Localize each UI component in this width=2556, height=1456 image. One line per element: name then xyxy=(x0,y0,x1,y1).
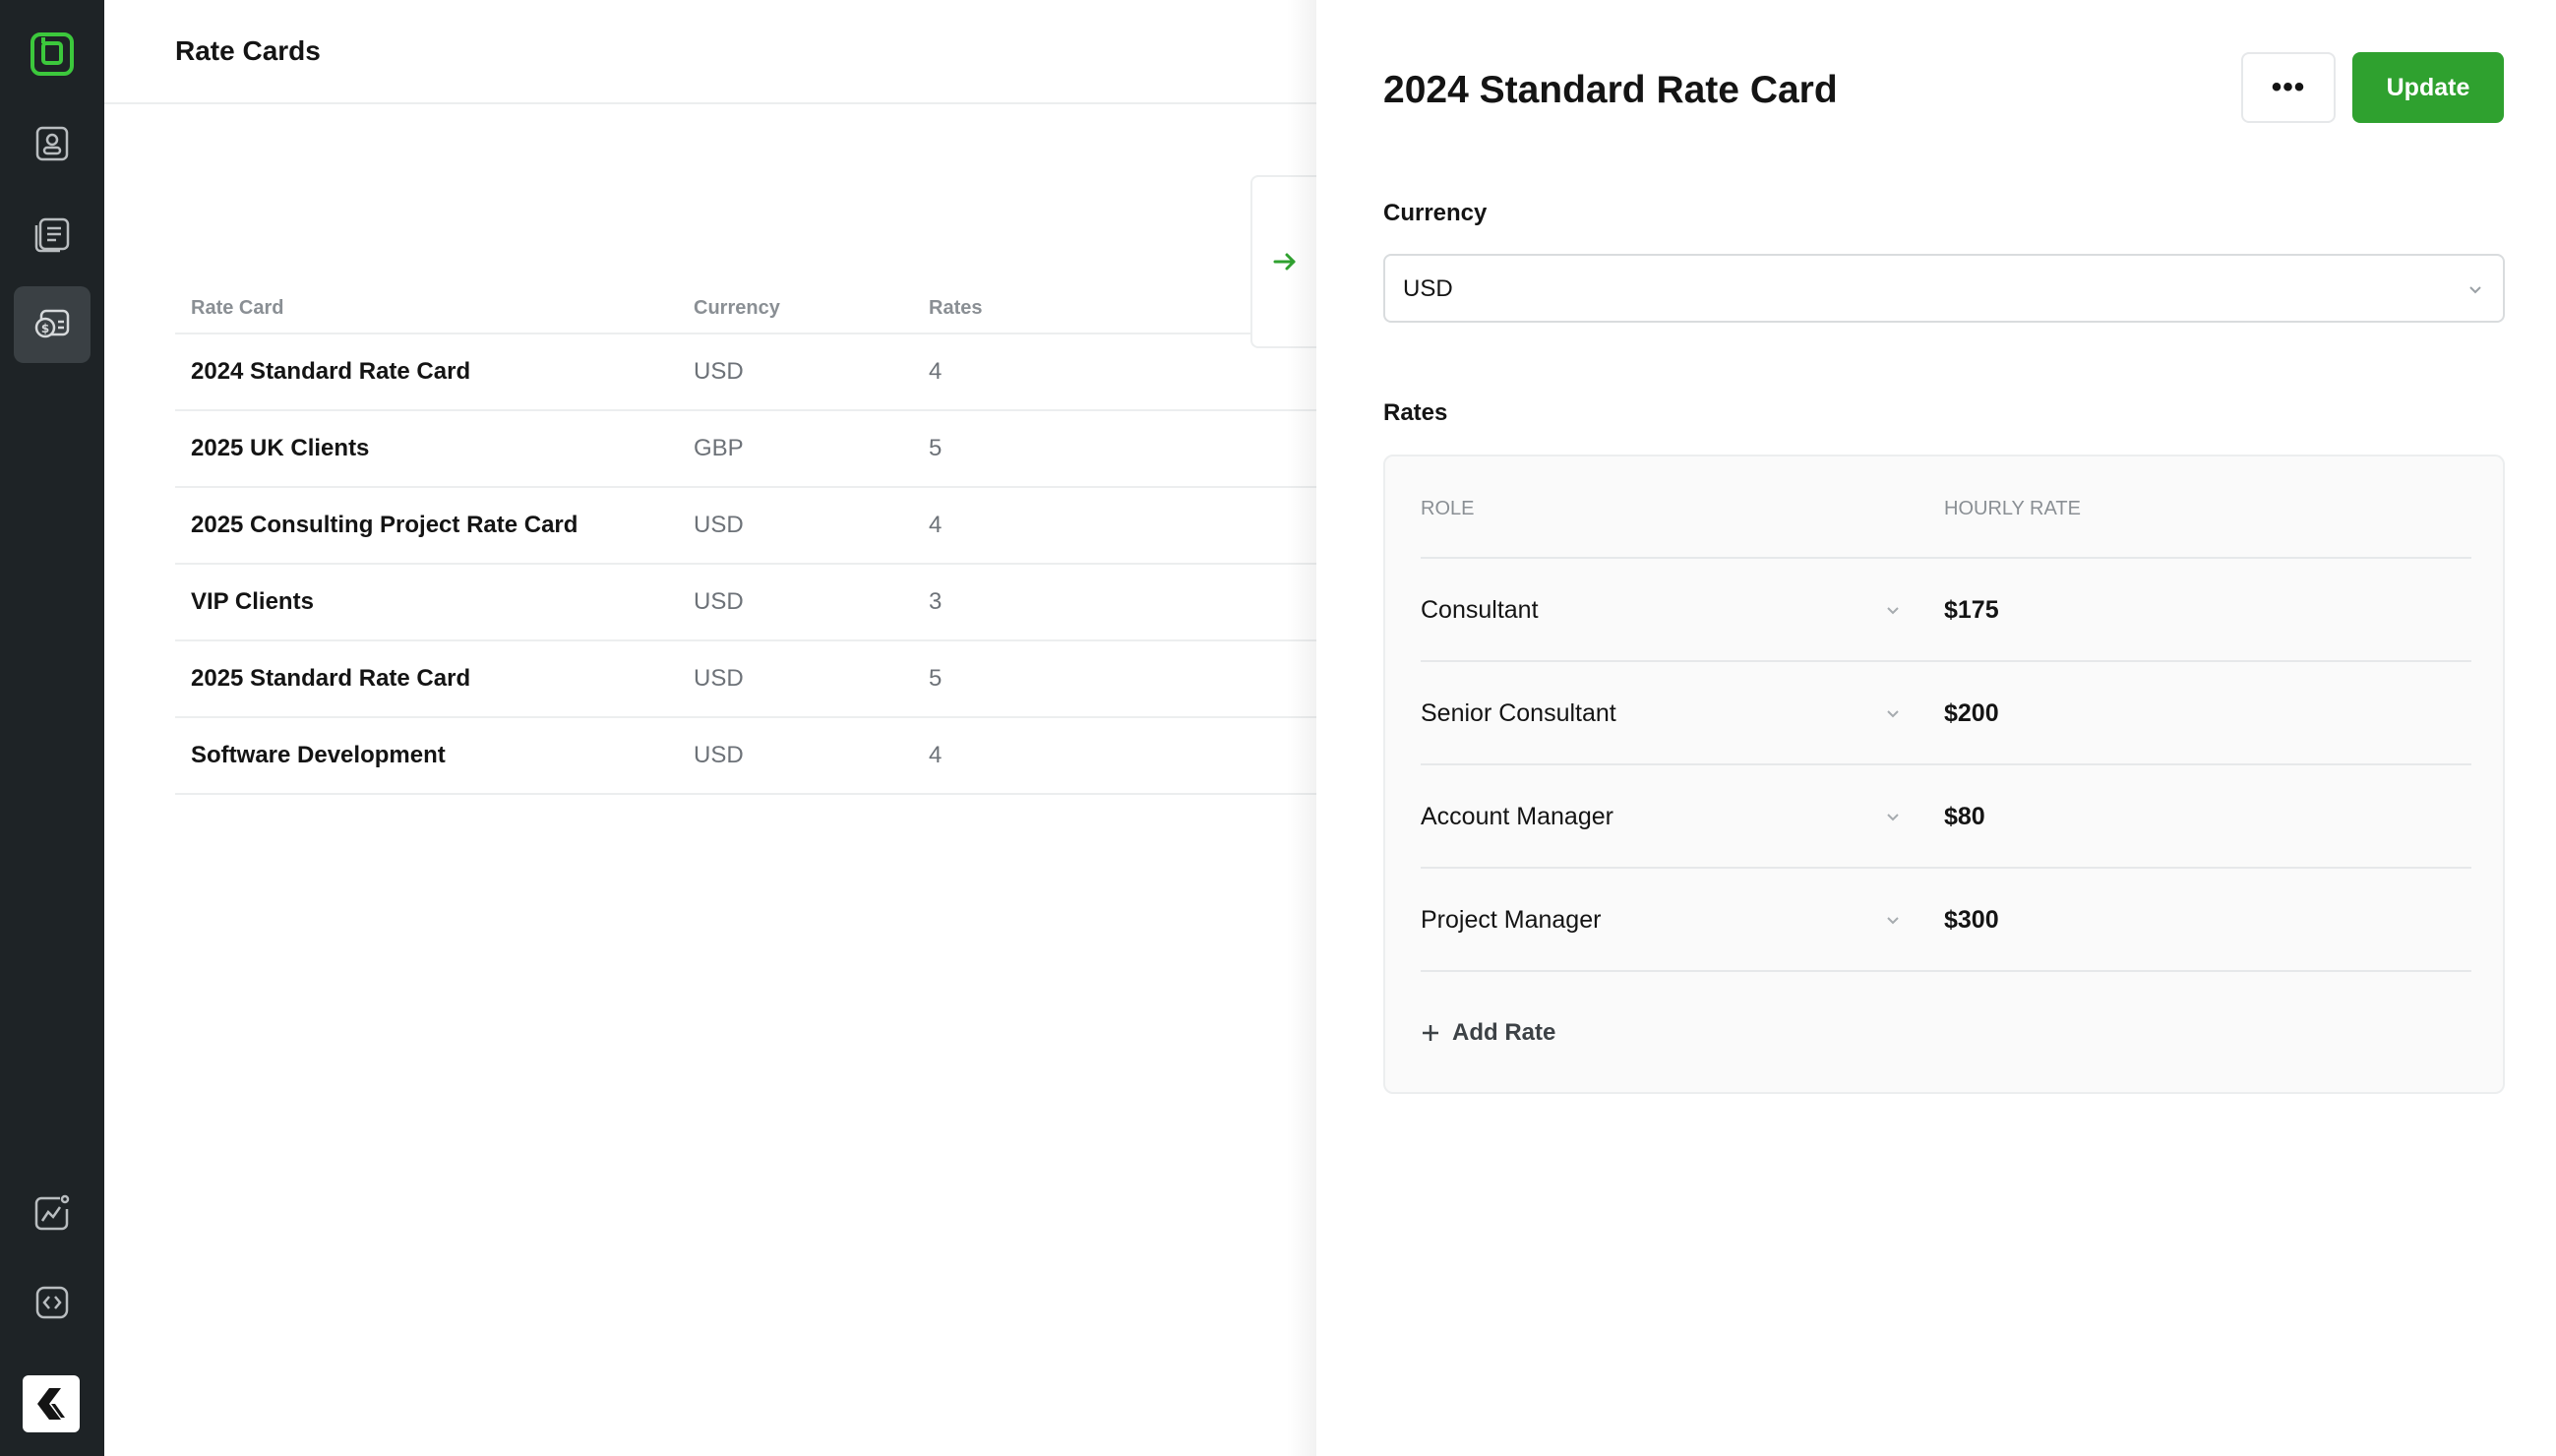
role-select[interactable]: Senior Consultant xyxy=(1421,699,1616,728)
table-row[interactable]: 2025 Consulting Project Rate Card USD 4 xyxy=(175,488,1316,565)
sidebar-item-analytics[interactable] xyxy=(14,1175,91,1251)
add-rate-button[interactable]: Add Rate xyxy=(1421,1019,1555,1047)
currency-label: Currency xyxy=(1383,200,1488,226)
rate-card-currency: USD xyxy=(694,742,744,768)
analytics-icon xyxy=(34,1194,70,1231)
update-button[interactable]: Update xyxy=(2352,52,2504,123)
chevron-down-icon[interactable] xyxy=(1883,807,1903,831)
rate-card-currency: USD xyxy=(694,358,744,385)
sidebar-item-rate-cards[interactable]: $ xyxy=(14,286,91,363)
chevron-down-icon[interactable] xyxy=(1883,910,1903,935)
hourly-rate-input[interactable]: $300 xyxy=(1944,906,1999,935)
table-row[interactable]: Software Development USD 4 xyxy=(175,718,1316,795)
rate-card-name: 2024 Standard Rate Card xyxy=(191,358,471,385)
hourly-rate-input[interactable]: $200 xyxy=(1944,699,1999,728)
app-logo-icon[interactable] xyxy=(26,28,79,81)
drawer-shadow xyxy=(1287,0,1316,1456)
contacts-icon xyxy=(35,126,69,161)
code-icon xyxy=(35,1286,69,1319)
plus-icon xyxy=(1423,1025,1438,1041)
rates-label: Rates xyxy=(1383,399,1448,426)
rates-header-hourly-rate: HOURLY RATE xyxy=(1944,498,2081,519)
page-title: Rate Cards xyxy=(175,35,321,66)
page-header: Rate Cards xyxy=(104,0,1316,104)
drawer-title: 2024 Standard Rate Card xyxy=(1383,69,1838,111)
role-select[interactable]: Account Manager xyxy=(1421,803,1613,831)
rate-cards-list-panel: Rate Cards Rate Card Currency Rates 2024… xyxy=(104,0,1317,1456)
hourly-rate-input[interactable]: $80 xyxy=(1944,803,1985,831)
table-row[interactable]: 2024 Standard Rate Card USD 4 xyxy=(175,334,1316,411)
rates-header-role: ROLE xyxy=(1421,498,1475,519)
workspace-logo-icon[interactable] xyxy=(23,1375,80,1432)
rate-card-name: 2025 Consulting Project Rate Card xyxy=(191,512,578,538)
rate-cards-icon: $ xyxy=(34,309,70,338)
rates-table: ROLE HOURLY RATE Consultant $175 Senior … xyxy=(1383,455,2505,1094)
sidebar: $ xyxy=(0,0,104,1456)
role-select[interactable]: Consultant xyxy=(1421,596,1539,625)
rate-card-currency: USD xyxy=(694,665,744,692)
currency-select-value: USD xyxy=(1403,275,1453,302)
table-row[interactable]: VIP Clients USD 3 xyxy=(175,565,1316,641)
rate-card-detail-drawer: 2024 Standard Rate Card ••• Update Curre… xyxy=(1316,0,2556,1456)
chevron-down-icon[interactable] xyxy=(1883,600,1903,625)
column-header-currency[interactable]: Currency xyxy=(694,297,780,320)
rate-cards-table: Rate Card Currency Rates 2024 Standard R… xyxy=(175,285,1316,795)
rate-card-name: 2025 Standard Rate Card xyxy=(191,665,471,692)
rate-card-rate-count: 3 xyxy=(929,588,943,615)
table-row[interactable]: 2025 UK Clients GBP 5 xyxy=(175,411,1316,488)
rate-card-currency: USD xyxy=(694,588,744,615)
rate-row: Account Manager $80 xyxy=(1421,765,2471,869)
rate-card-rate-count: 4 xyxy=(929,742,943,768)
rate-row: Project Manager $300 xyxy=(1421,869,2471,972)
rate-row: Consultant $175 xyxy=(1421,559,2471,662)
rate-card-name: VIP Clients xyxy=(191,588,314,615)
rate-row: Senior Consultant $200 xyxy=(1421,662,2471,765)
rate-card-rate-count: 4 xyxy=(929,512,943,538)
role-select[interactable]: Project Manager xyxy=(1421,906,1601,935)
chevron-down-icon[interactable] xyxy=(1883,703,1903,728)
add-rate-label: Add Rate xyxy=(1452,1019,1556,1046)
svg-text:$: $ xyxy=(41,322,49,335)
rate-card-rate-count: 5 xyxy=(929,435,943,461)
rate-card-rate-count: 4 xyxy=(929,358,943,385)
sidebar-item-developer[interactable] xyxy=(14,1264,91,1341)
rate-card-name: Software Development xyxy=(191,742,446,768)
rate-card-currency: USD xyxy=(694,512,744,538)
rate-card-rate-count: 5 xyxy=(929,665,943,692)
more-options-button[interactable]: ••• xyxy=(2241,52,2336,123)
sidebar-item-documents[interactable] xyxy=(14,197,91,273)
table-header: Rate Card Currency Rates xyxy=(175,285,1316,334)
sidebar-item-contacts[interactable] xyxy=(14,105,91,182)
rate-card-name: 2025 UK Clients xyxy=(191,435,370,461)
currency-select[interactable]: USD xyxy=(1383,254,2505,323)
column-header-rate-card[interactable]: Rate Card xyxy=(191,297,283,320)
table-row[interactable]: 2025 Standard Rate Card USD 5 xyxy=(175,641,1316,718)
column-header-rates[interactable]: Rates xyxy=(929,297,982,320)
rate-card-currency: GBP xyxy=(694,435,744,461)
documents-icon xyxy=(34,217,70,253)
hourly-rate-input[interactable]: $175 xyxy=(1944,596,1999,625)
chevron-down-icon xyxy=(2465,279,2485,304)
